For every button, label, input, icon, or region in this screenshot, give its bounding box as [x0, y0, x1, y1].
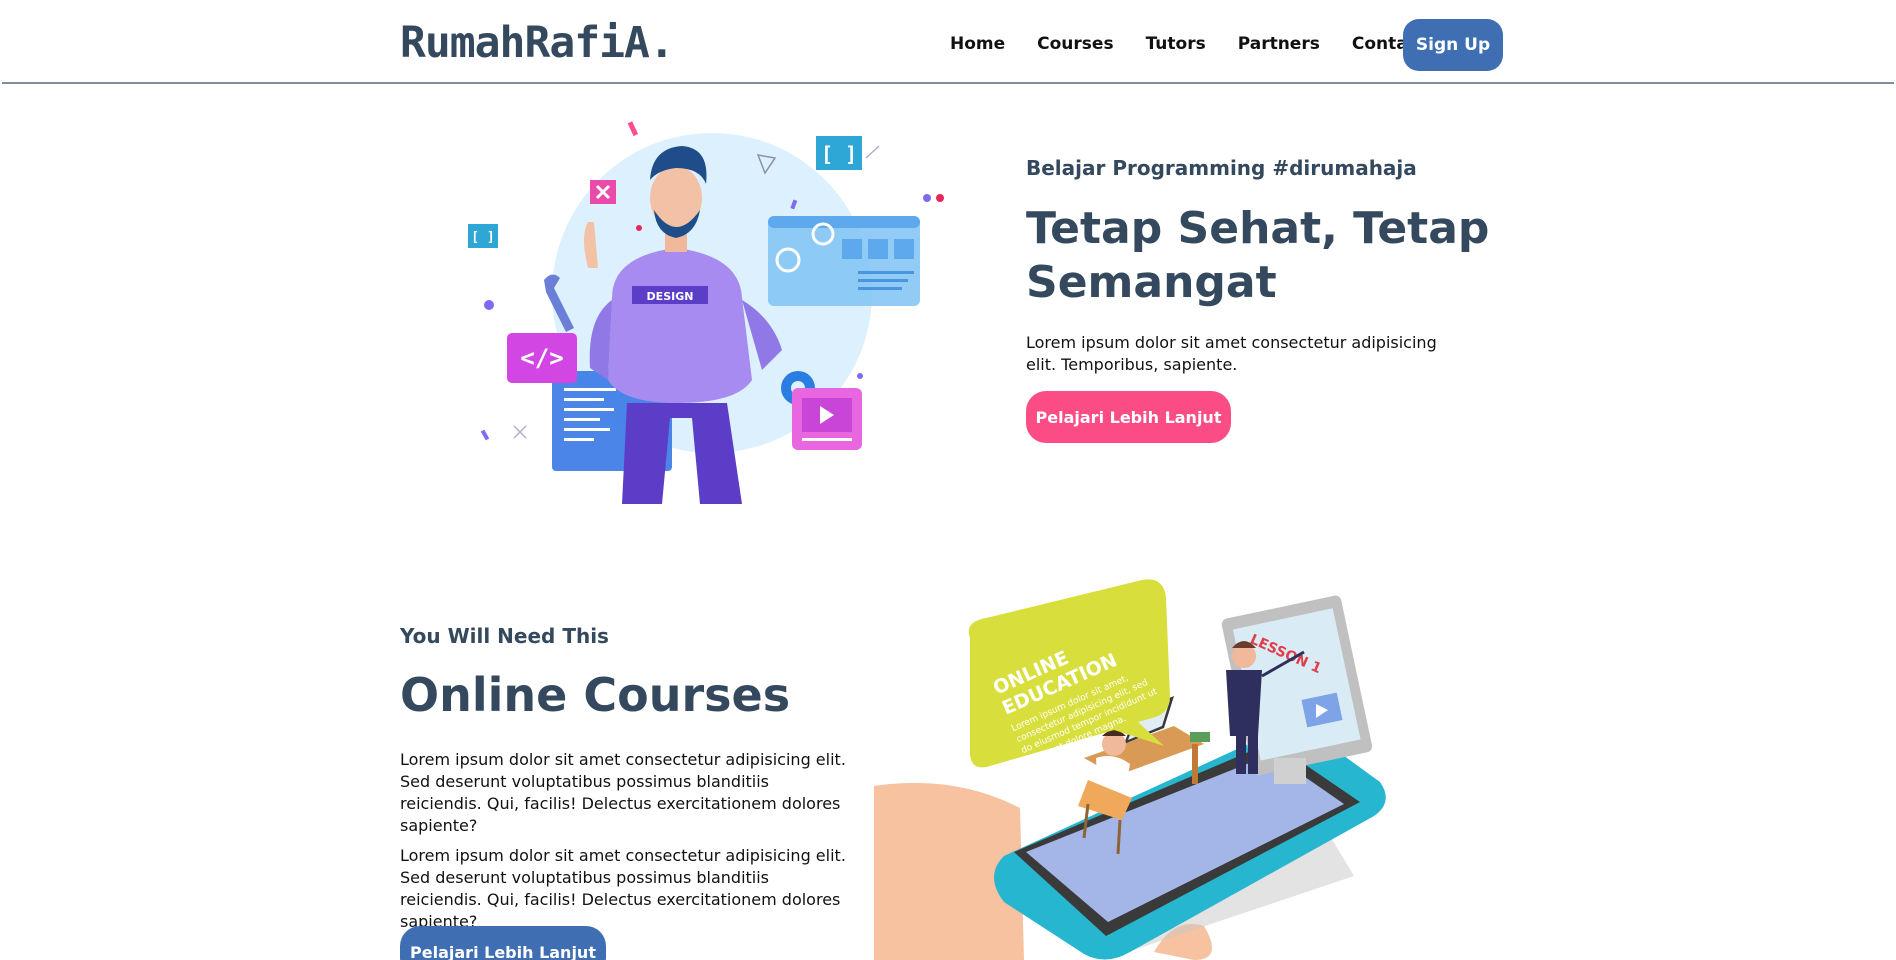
nav-link-partners[interactable]: Partners [1238, 34, 1320, 54]
code-tag-text: </> [520, 344, 563, 372]
nav-links: Home Courses Tutors Partners Contact [950, 18, 1458, 70]
site-logo[interactable]: RumahRafiA. [400, 18, 675, 68]
bracket-small-text: [ ] [471, 230, 494, 245]
online-courses-illustration: LESSON 1 ONLINE EDUCATION Lorem ipsum do… [874, 579, 1386, 960]
nav-link-home[interactable]: Home [950, 34, 1005, 54]
nav-link-tutors[interactable]: Tutors [1146, 34, 1206, 54]
courses-title: Online Courses [400, 668, 791, 722]
navbar: RumahRafiA. Home Courses Tutors Partners… [2, 2, 1894, 84]
nav-link-courses[interactable]: Courses [1037, 34, 1113, 54]
hero-title: Tetap Sehat, Tetap Semangat [1026, 203, 1490, 308]
hero-illustration: [ ] [ ] </> DESIGN [468, 121, 944, 504]
courses-paragraph-2: Lorem ipsum dolor sit amet consectetur a… [400, 846, 846, 931]
courses-learn-more-button[interactable]: Pelajari Lebih Lanjut [400, 926, 606, 960]
hero-description: Lorem ipsum dolor sit amet consectetur a… [1026, 333, 1437, 374]
signup-button[interactable]: Sign Up [1403, 19, 1503, 71]
hero-subtitle: Belajar Programming #dirumahaja [1026, 156, 1417, 180]
bracket-large-text: [ ] [821, 142, 857, 166]
courses-paragraph-1: Lorem ipsum dolor sit amet consectetur a… [400, 750, 846, 835]
design-badge-text: DESIGN [647, 290, 694, 303]
hero-learn-more-button[interactable]: Pelajari Lebih Lanjut [1026, 391, 1231, 443]
courses-subtitle: You Will Need This [400, 624, 609, 648]
